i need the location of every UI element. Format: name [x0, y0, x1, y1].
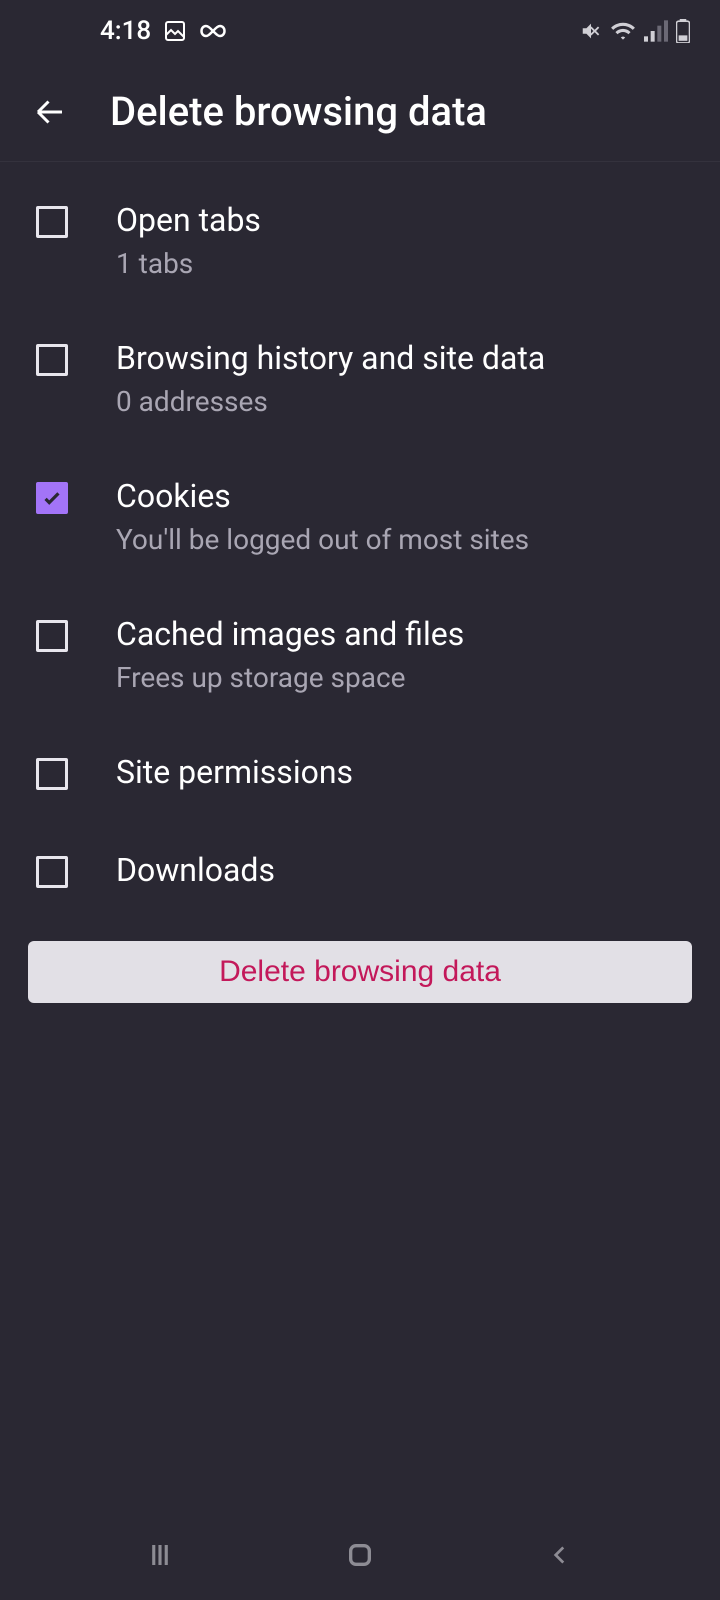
item-title: Cookies: [116, 476, 529, 518]
status-left: 4:18: [100, 16, 227, 46]
nav-recents[interactable]: [120, 1530, 200, 1580]
option-browsing-history[interactable]: Browsing history and site data 0 address…: [0, 310, 720, 448]
item-texts: Browsing history and site data 0 address…: [116, 338, 545, 420]
item-subtitle: You'll be logged out of most sites: [116, 522, 529, 558]
signal-icon: [644, 20, 668, 42]
image-icon: [163, 19, 187, 43]
delete-button-label: Delete browsing data: [219, 955, 501, 989]
item-subtitle: 1 tabs: [116, 246, 261, 282]
recents-icon: [145, 1540, 175, 1570]
battery-icon: [676, 19, 690, 43]
item-title: Open tabs: [116, 200, 261, 242]
item-title: Downloads: [116, 850, 275, 892]
back-button[interactable]: [30, 92, 70, 132]
delete-button[interactable]: Delete browsing data: [28, 941, 692, 1003]
checkbox-downloads[interactable]: [36, 856, 68, 888]
header: Delete browsing data: [0, 62, 720, 162]
checkbox-cached-images[interactable]: [36, 620, 68, 652]
option-cached-images[interactable]: Cached images and files Frees up storage…: [0, 586, 720, 724]
checkbox-site-permissions[interactable]: [36, 758, 68, 790]
item-subtitle: 0 addresses: [116, 384, 545, 420]
option-site-permissions[interactable]: Site permissions: [0, 724, 720, 822]
item-title: Site permissions: [116, 752, 353, 794]
mute-icon: [580, 20, 602, 42]
checkbox-cookies[interactable]: [36, 482, 68, 514]
infinity-icon: [199, 23, 227, 39]
home-icon: [344, 1539, 376, 1571]
status-right: [580, 19, 690, 43]
chevron-left-icon: [547, 1542, 573, 1568]
item-texts: Downloads: [116, 850, 275, 892]
status-time: 4:18: [100, 16, 151, 46]
item-texts: Cached images and files Frees up storage…: [116, 614, 464, 696]
check-icon: [41, 487, 63, 509]
navigation-bar: [0, 1510, 720, 1600]
item-texts: Open tabs 1 tabs: [116, 200, 261, 282]
status-bar: 4:18: [0, 0, 720, 62]
item-texts: Cookies You'll be logged out of most sit…: [116, 476, 529, 558]
item-texts: Site permissions: [116, 752, 353, 794]
nav-home[interactable]: [320, 1530, 400, 1580]
wifi-icon: [610, 20, 636, 42]
options-list: Open tabs 1 tabs Browsing history and si…: [0, 162, 720, 929]
checkbox-browsing-history[interactable]: [36, 344, 68, 376]
checkbox-open-tabs[interactable]: [36, 206, 68, 238]
page-title: Delete browsing data: [110, 88, 487, 135]
arrow-left-icon: [32, 94, 68, 130]
item-title: Browsing history and site data: [116, 338, 545, 380]
option-open-tabs[interactable]: Open tabs 1 tabs: [0, 172, 720, 310]
nav-back[interactable]: [520, 1530, 600, 1580]
item-subtitle: Frees up storage space: [116, 660, 464, 696]
option-downloads[interactable]: Downloads: [0, 822, 720, 920]
option-cookies[interactable]: Cookies You'll be logged out of most sit…: [0, 448, 720, 586]
item-title: Cached images and files: [116, 614, 464, 656]
